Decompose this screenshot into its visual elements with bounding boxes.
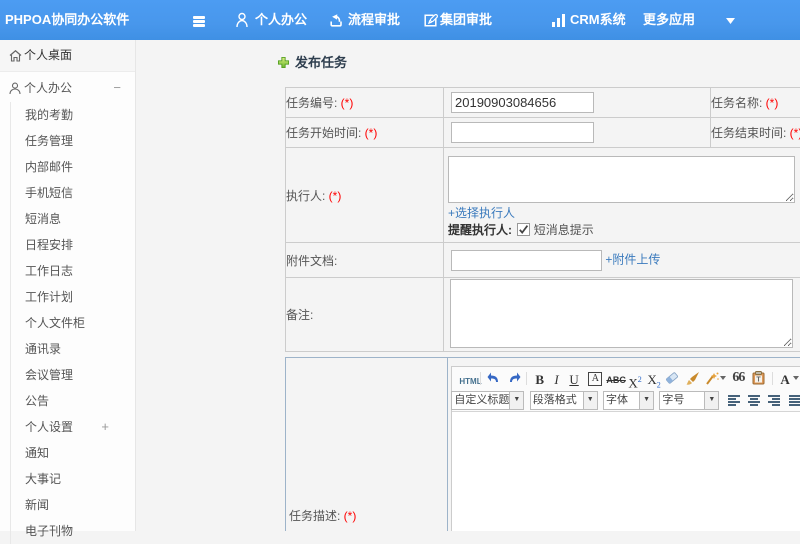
svg-text:T: T — [757, 377, 762, 384]
